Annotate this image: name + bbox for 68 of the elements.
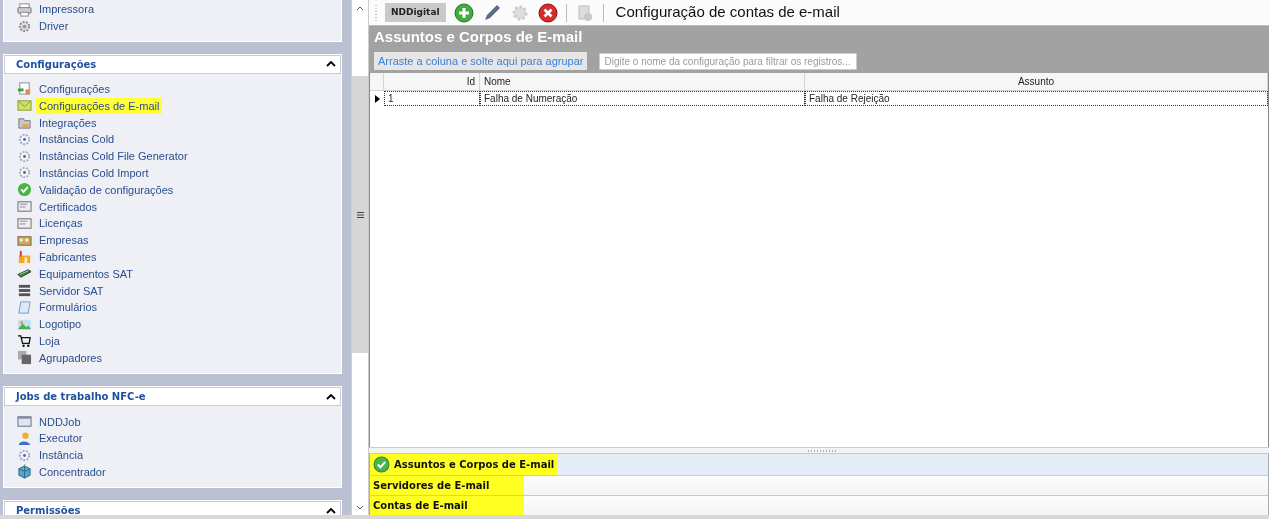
group-header[interactable]: Permissões [16, 503, 81, 515]
sidebar-item[interactable]: NDDJob [36, 413, 84, 430]
table-cell: 1 [384, 91, 480, 106]
sidebar-item[interactable]: Instâncias Cold [36, 131, 118, 148]
cart-icon [17, 333, 32, 349]
cube-icon [17, 464, 32, 480]
navigation-tab[interactable]: Contas de E-mail [370, 496, 524, 515]
sidebar-item[interactable]: Equipamentos SAT [36, 265, 136, 282]
form-icon [17, 299, 32, 315]
scrollbar-thumb[interactable] [352, 76, 368, 353]
table-cell: Falha de Rejeição [805, 91, 1268, 106]
collapse-chevron-icon[interactable] [326, 506, 336, 515]
sidebar-item[interactable]: Instâncias Cold Import [36, 164, 152, 181]
document-icon [17, 81, 32, 97]
delete-icon[interactable] [537, 2, 558, 23]
certificate-icon [17, 199, 32, 215]
sidebar-item[interactable]: Integrações [36, 114, 100, 131]
sidebar-item[interactable]: Driver [36, 18, 72, 35]
sidebar-item[interactable]: Agrupadores [36, 349, 105, 366]
collapse-chevron-icon[interactable] [326, 392, 336, 401]
column-header[interactable]: Id [384, 73, 480, 91]
person-icon [17, 430, 32, 446]
sidebar-item[interactable]: Servidor SAT [36, 282, 107, 299]
sidebar-item[interactable]: Impressora [36, 1, 98, 18]
gear-icon [17, 18, 32, 34]
sidebar-item[interactable]: Instância [36, 447, 87, 464]
folder-icon [17, 115, 32, 131]
sidebar-item[interactable]: Validação de configurações [36, 181, 177, 198]
sidebar-item[interactable]: Executor [36, 430, 86, 447]
filter-field[interactable]: Digite o nome da configuração para filtrar os registros... [599, 52, 858, 70]
collapse-chevron-icon[interactable] [326, 60, 336, 69]
stack-icon [17, 350, 32, 366]
grip-icon [356, 211, 364, 218]
column-header[interactable]: Nome [480, 73, 805, 91]
certificate-icon [17, 215, 32, 231]
sidebar-item[interactable]: Configurações de E-mail [36, 97, 163, 114]
scroll-up-icon[interactable] [356, 5, 364, 11]
brand-button[interactable]: NDDigital [385, 2, 446, 23]
splitter-grip-icon[interactable] [808, 449, 836, 452]
check-icon [17, 182, 32, 198]
table-cell: Falha de Numeração [480, 91, 805, 106]
envelope-icon [17, 98, 32, 114]
sidebar-item[interactable]: Loja [36, 332, 63, 349]
scroll-down-icon[interactable] [356, 504, 364, 510]
factory-icon [17, 249, 32, 265]
add-icon[interactable] [453, 2, 474, 23]
navigation-tab[interactable]: Assuntos e Corpos de E-mail [370, 454, 558, 475]
sidebar-item[interactable]: Configurações [36, 81, 113, 97]
group-header[interactable]: Configurações [16, 56, 97, 72]
window-icon [17, 414, 32, 430]
gear-icon [17, 148, 32, 164]
sidebar-item[interactable]: Instâncias Cold File Generator [36, 148, 191, 165]
sidebar-item[interactable]: Fabricantes [36, 248, 100, 265]
sidebar-item[interactable]: Empresas [36, 232, 92, 249]
panel-title: Assuntos e Corpos de E-mail [374, 28, 584, 46]
gear-icon [17, 131, 32, 147]
sidebar-item[interactable]: Formulários [36, 299, 101, 316]
sidebar-item[interactable]: Logotipo [36, 316, 85, 333]
sidebar-item[interactable]: Concentrador [36, 463, 109, 480]
column-header[interactable]: Assunto [805, 73, 1268, 91]
navigation-tab[interactable]: Servidores de E-mail [370, 476, 524, 495]
gear-icon [17, 165, 32, 181]
toolbar-title: Configuração de contas de e-mail [615, 2, 840, 23]
sidebar-item[interactable]: Certificados [36, 198, 101, 215]
sidebar-item[interactable]: Licenças [36, 215, 86, 232]
server-icon [17, 283, 32, 299]
check-icon [373, 456, 390, 473]
gear-icon [17, 447, 32, 463]
